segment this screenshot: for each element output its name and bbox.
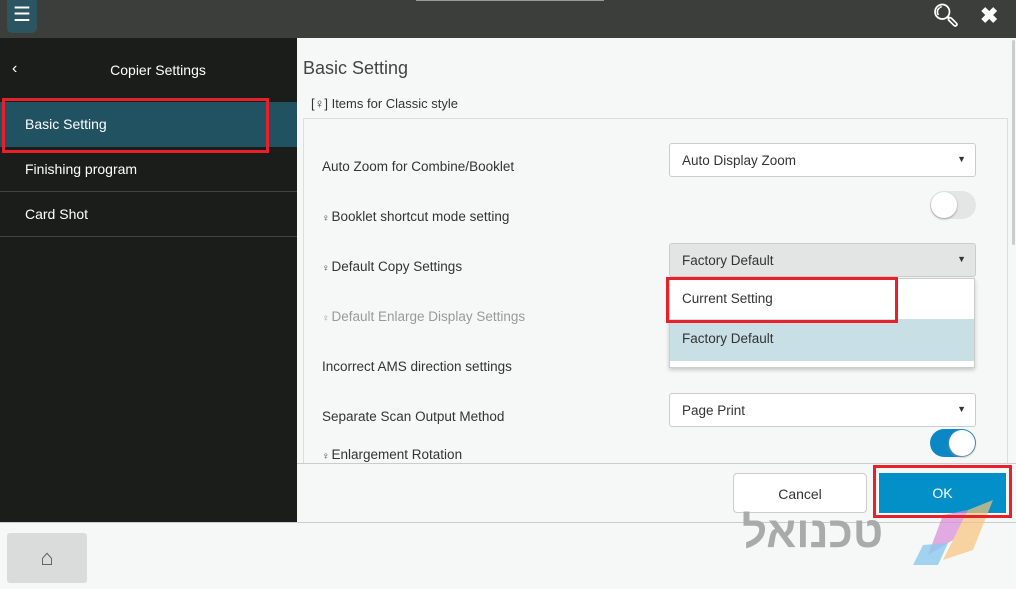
- setting-label: ♀ Default Enlarge Display Settings: [322, 309, 526, 324]
- booklet-shortcut-toggle[interactable]: [930, 191, 976, 219]
- setting-label: ♀ Enlargement Rotation: [322, 447, 463, 462]
- setting-row: Auto Zoom for Combine/Booklet Auto Displ…: [304, 143, 1007, 199]
- enlargement-rotation-toggle[interactable]: [930, 429, 976, 457]
- top-bar: ☰ 🔍︎ ✖: [0, 0, 1016, 38]
- page-title: Basic Setting: [303, 58, 409, 78]
- close-icon[interactable]: ✖: [980, 3, 998, 29]
- caret-down-icon: ▼: [957, 254, 966, 264]
- setting-label: ♀ Default Copy Settings: [322, 259, 463, 274]
- caret-down-icon: ▼: [957, 404, 966, 414]
- sidebar-item-finishing-program[interactable]: Finishing program: [0, 147, 297, 192]
- highlight-box: [666, 277, 898, 323]
- highlight-box: [873, 465, 1012, 518]
- highlight-box: [2, 98, 269, 153]
- setting-label: ♀ Booklet shortcut mode setting: [322, 209, 510, 224]
- cancel-button[interactable]: Cancel: [733, 473, 867, 513]
- auto-zoom-select[interactable]: Auto Display Zoom ▼: [669, 143, 976, 177]
- default-copy-settings-select[interactable]: Factory Default ▼: [669, 243, 976, 277]
- setting-label: Incorrect AMS direction settings: [322, 359, 512, 374]
- option-factory-default[interactable]: Factory Default: [670, 319, 974, 361]
- caret-down-icon: ▼: [957, 154, 966, 164]
- setting-row: ♀ Booklet shortcut mode setting: [304, 191, 1007, 249]
- scan-output-select[interactable]: Page Print ▼: [669, 393, 976, 427]
- scrollbar[interactable]: [1012, 40, 1015, 245]
- section-subtitle: [♀] Items for Classic style: [311, 96, 458, 111]
- hamburger-icon[interactable]: ☰: [7, 0, 37, 33]
- sidebar-title: Copier Settings: [110, 62, 206, 78]
- setting-label: Separate Scan Output Method: [322, 409, 505, 424]
- home-icon[interactable]: ⌂: [7, 533, 87, 583]
- setting-label: Auto Zoom for Combine/Booklet: [322, 159, 515, 174]
- watermark-logo: טכנואל: [742, 508, 884, 557]
- top-divider: [416, 0, 604, 1]
- search-icon[interactable]: 🔍︎: [932, 3, 960, 29]
- setting-row: ♀ Enlargement Rotation: [304, 429, 1007, 463]
- sidebar-item-card-shot[interactable]: Card Shot: [0, 192, 297, 237]
